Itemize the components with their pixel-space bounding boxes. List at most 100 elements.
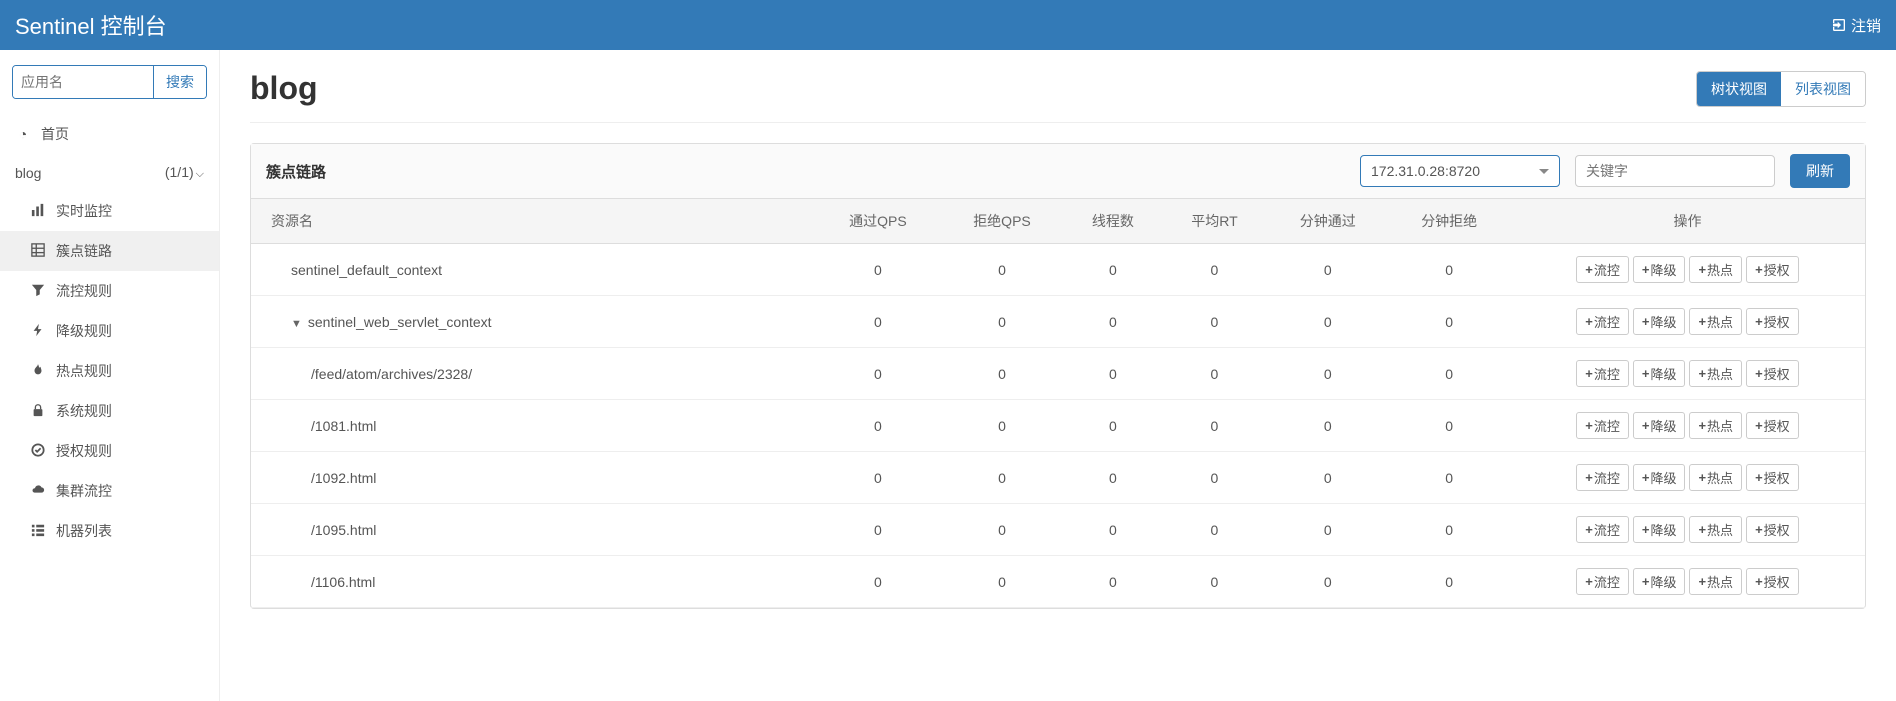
sidebar-item-4[interactable]: 热点规则 [0,351,219,391]
table-row: ▼sentinel_web_servlet_context000000+流控+降… [251,296,1865,348]
table-row: /1106.html000000+流控+降级+热点+授权 [251,556,1865,608]
app-toggle[interactable]: blog (1/1)⌵ [0,154,219,191]
cell-threads: 0 [1064,504,1162,556]
view-tree-button[interactable]: 树状视图 [1697,72,1781,106]
cell-minPass: 0 [1267,400,1388,452]
cloud-icon [30,483,46,500]
auth-button[interactable]: +授权 [1746,516,1799,543]
view-list-button[interactable]: 列表视图 [1781,72,1865,106]
col-1: 通过QPS [816,199,940,244]
auth-button[interactable]: +授权 [1746,360,1799,387]
filter-icon [30,283,46,300]
action-cell: +流控+降级+热点+授权 [1510,504,1865,556]
app-search-button[interactable]: 搜索 [153,66,206,98]
sidebar-item-0[interactable]: 实时监控 [0,191,219,231]
cell-minPass: 0 [1267,556,1388,608]
degrade-button[interactable]: +降级 [1633,568,1686,595]
action-cell: +流控+降级+热点+授权 [1510,244,1865,296]
bars-icon [30,523,46,540]
flow-button[interactable]: +流控 [1576,464,1629,491]
flow-button[interactable]: +流控 [1576,360,1629,387]
logout-link[interactable]: 注销 [1831,15,1881,36]
cell-passQps: 0 [816,504,940,556]
keyword-input[interactable] [1575,155,1775,187]
cell-blockQps: 0 [940,244,1064,296]
cell-minPass: 0 [1267,504,1388,556]
sidebar-item-label: 热点规则 [56,361,112,381]
app-search-input[interactable] [13,66,153,98]
cell-minPass: 0 [1267,244,1388,296]
cell-blockQps: 0 [940,504,1064,556]
degrade-button[interactable]: +降级 [1633,412,1686,439]
cell-minBlock: 0 [1388,400,1509,452]
main-content: blog 树状视图 列表视图 簇点链路 172.31.0.28:8720 刷新 [220,50,1896,701]
flow-button[interactable]: +流控 [1576,308,1629,335]
auth-button[interactable]: +授权 [1746,412,1799,439]
sidebar-item-label: 降级规则 [56,321,112,341]
resource-name: sentinel_default_context [251,244,816,296]
cell-passQps: 0 [816,348,940,400]
cell-threads: 0 [1064,556,1162,608]
machine-select[interactable]: 172.31.0.28:8720 [1360,155,1560,187]
sidebar-item-5[interactable]: 系统规则 [0,391,219,431]
degrade-button[interactable]: +降级 [1633,308,1686,335]
refresh-button[interactable]: 刷新 [1790,154,1850,188]
cell-avgRt: 0 [1162,348,1267,400]
sidebar: 搜索 ◔ 首页 blog (1/1)⌵ 实时监控簇点链路流控规则降级规则热点规则… [0,50,220,701]
sidebar-item-6[interactable]: 授权规则 [0,431,219,471]
fire-icon [30,363,46,380]
cell-passQps: 0 [816,556,940,608]
cell-minPass: 0 [1267,452,1388,504]
hotspot-button[interactable]: +热点 [1689,308,1742,335]
hotspot-button[interactable]: +热点 [1689,516,1742,543]
expand-toggle[interactable]: ▼ [291,318,302,330]
degrade-button[interactable]: +降级 [1633,360,1686,387]
page-title: blog [250,70,318,107]
resource-name: ▼sentinel_web_servlet_context [251,296,816,348]
cell-avgRt: 0 [1162,504,1267,556]
auth-button[interactable]: +授权 [1746,256,1799,283]
nav-home[interactable]: ◔ 首页 [0,114,219,154]
table-row: /1081.html000000+流控+降级+热点+授权 [251,400,1865,452]
sidebar-item-7[interactable]: 集群流控 [0,471,219,511]
degrade-button[interactable]: +降级 [1633,516,1686,543]
flow-button[interactable]: +流控 [1576,256,1629,283]
sidebar-item-8[interactable]: 机器列表 [0,511,219,551]
cell-minPass: 0 [1267,296,1388,348]
auth-button[interactable]: +授权 [1746,308,1799,335]
action-cell: +流控+降级+热点+授权 [1510,348,1865,400]
hotspot-button[interactable]: +热点 [1689,256,1742,283]
app-search: 搜索 [12,65,207,99]
hotspot-button[interactable]: +热点 [1689,464,1742,491]
flow-button[interactable]: +流控 [1576,516,1629,543]
sidebar-item-1[interactable]: 簇点链路 [0,231,219,271]
hotspot-button[interactable]: +热点 [1689,412,1742,439]
cell-minBlock: 0 [1388,504,1509,556]
hotspot-button[interactable]: +热点 [1689,568,1742,595]
sidebar-item-label: 流控规则 [56,281,112,301]
col-7: 操作 [1510,199,1865,244]
auth-button[interactable]: +授权 [1746,464,1799,491]
panel-title: 簇点链路 [266,161,326,182]
degrade-button[interactable]: +降级 [1633,256,1686,283]
cell-minBlock: 0 [1388,348,1509,400]
resource-name: /1081.html [251,400,816,452]
sidebar-item-3[interactable]: 降级规则 [0,311,219,351]
cell-threads: 0 [1064,348,1162,400]
cell-avgRt: 0 [1162,296,1267,348]
flow-button[interactable]: +流控 [1576,412,1629,439]
degrade-button[interactable]: +降级 [1633,464,1686,491]
sidebar-item-2[interactable]: 流控规则 [0,271,219,311]
sidebar-item-label: 机器列表 [56,521,112,541]
lock-icon [30,403,46,420]
auth-button[interactable]: +授权 [1746,568,1799,595]
resource-panel: 簇点链路 172.31.0.28:8720 刷新 资源名通过QPS拒绝QPS线程… [250,143,1866,609]
flow-button[interactable]: +流控 [1576,568,1629,595]
cell-avgRt: 0 [1162,400,1267,452]
check-icon [30,443,46,460]
cell-avgRt: 0 [1162,452,1267,504]
chart-icon [30,203,46,220]
hotspot-button[interactable]: +热点 [1689,360,1742,387]
table-row: sentinel_default_context000000+流控+降级+热点+… [251,244,1865,296]
sidebar-item-label: 集群流控 [56,481,112,501]
